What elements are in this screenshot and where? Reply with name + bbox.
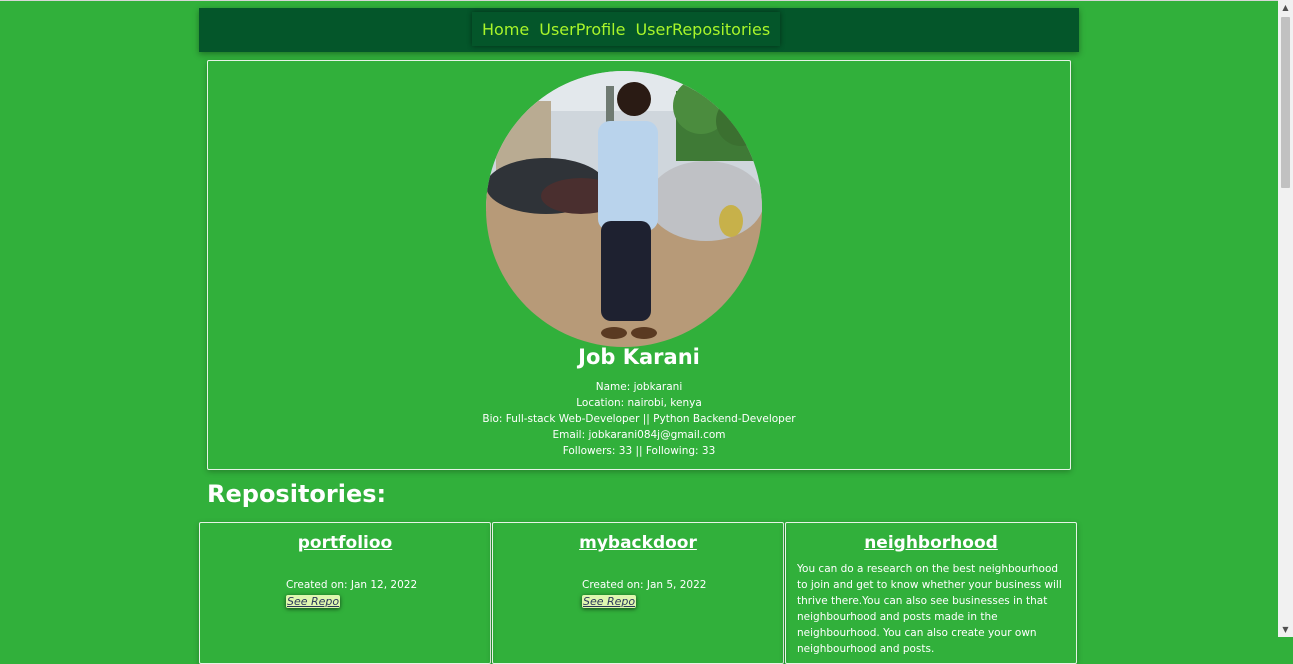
repo-card-portfolioo: portfolioo Created on: Jan 12, 2022 See … — [199, 522, 491, 664]
nav-userprofile-link[interactable]: UserProfile — [539, 20, 625, 39]
profile-bio: Bio: Full-stack Web-Developer || Python … — [482, 413, 796, 425]
repo-description: You can do a research on the best neighb… — [797, 563, 1062, 655]
repo-created-date: Created on: Jan 5, 2022 — [582, 579, 707, 591]
profile-card: Job Karani Name: jobkarani Location: nai… — [207, 60, 1071, 470]
see-repo-button[interactable]: See Repo — [286, 595, 341, 608]
navbar: Home UserProfile UserRepositories — [199, 8, 1079, 52]
profile-email: Email: jobkarani084j@gmail.com — [552, 429, 726, 441]
scrollbar-thumb[interactable] — [1281, 17, 1290, 188]
scroll-down-arrow-icon[interactable]: ▼ — [1278, 622, 1293, 637]
profile-followers: Followers: 33 || Following: 33 — [562, 445, 716, 457]
profile-location: Location: nairobi, kenya — [576, 397, 702, 409]
profile-name: Name: jobkarani — [595, 381, 683, 393]
nav-userrepositories-link[interactable]: UserRepositories — [635, 20, 770, 39]
nav-home-link[interactable]: Home — [482, 20, 529, 39]
repo-card-neighborhood: neighborhood You can do a research on th… — [785, 522, 1077, 664]
scroll-up-arrow-icon[interactable]: ▲ — [1278, 0, 1293, 15]
avatar-photo — [486, 71, 762, 347]
avatar — [486, 71, 762, 347]
see-repo-button[interactable]: See Repo — [582, 595, 637, 608]
repo-title-link[interactable]: neighborhood — [786, 533, 1076, 553]
window-top-border — [0, 0, 1278, 1]
profile-details: Name: jobkarani Location: nairobi, kenya… — [208, 379, 1070, 459]
nav-links: Home UserProfile UserRepositories — [472, 12, 780, 46]
repo-card-mybackdoor: mybackdoor Created on: Jan 5, 2022 See R… — [492, 522, 784, 664]
repo-created-date: Created on: Jan 12, 2022 — [286, 579, 418, 591]
vertical-scrollbar[interactable]: ▲ ▼ — [1278, 0, 1293, 637]
profile-display-name: Job Karani — [578, 345, 700, 369]
repo-title-link[interactable]: mybackdoor — [493, 533, 783, 553]
repo-title-link[interactable]: portfolioo — [200, 533, 490, 553]
repositories-heading: Repositories: — [207, 480, 387, 508]
